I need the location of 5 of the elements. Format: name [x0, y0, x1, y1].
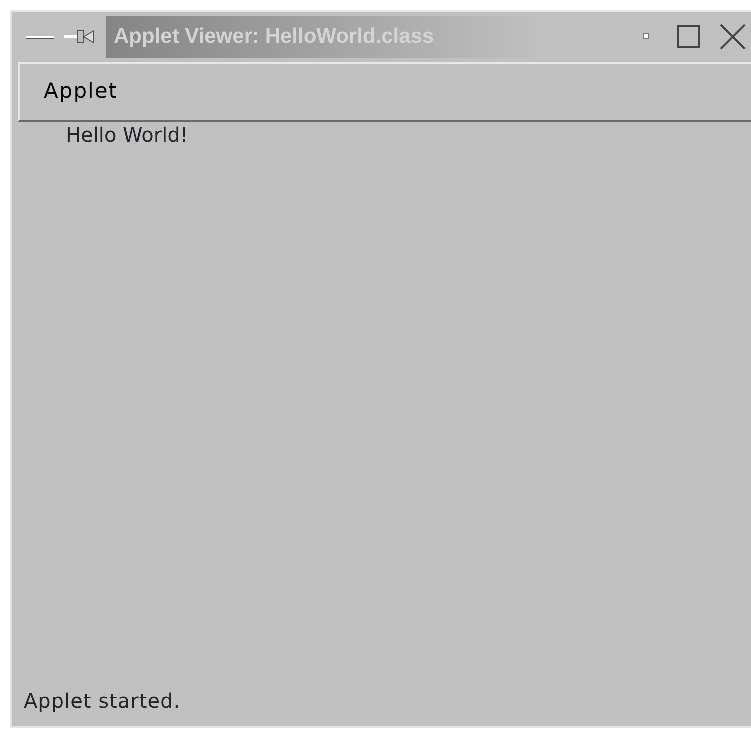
- maximize-icon[interactable]: [677, 25, 701, 49]
- close-icon[interactable]: [719, 23, 747, 51]
- status-text: Applet started.: [23, 688, 182, 715]
- hello-text: Hello World!: [65, 122, 190, 148]
- menu-item[interactable]: Applet: [44, 76, 118, 108]
